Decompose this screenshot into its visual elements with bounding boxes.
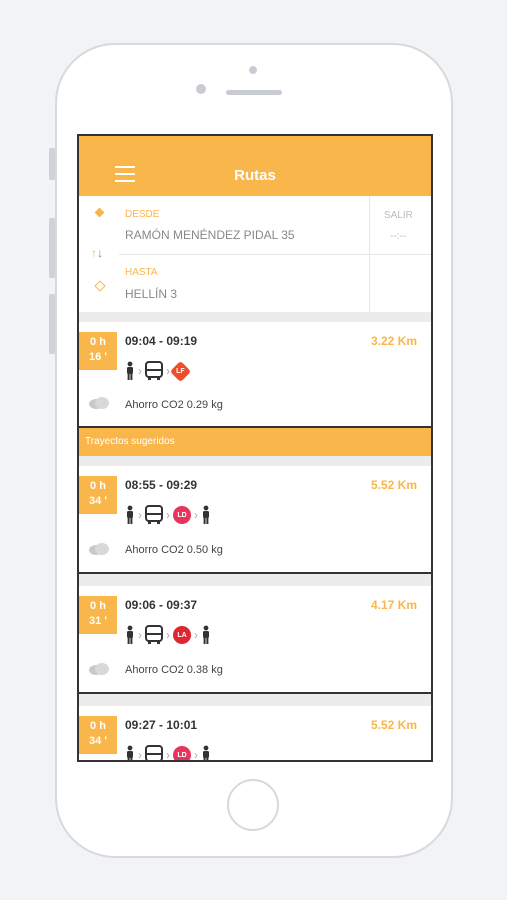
duration-minutes: 31 ' — [89, 615, 107, 627]
chevron-right-icon: › — [194, 748, 198, 762]
route-distance: 5.52 Km — [370, 478, 417, 492]
section-title: Trayectos sugeridos — [85, 436, 175, 447]
from-field[interactable]: RAMÓN MENÉNDEZ PIDAL 35 — [125, 228, 295, 242]
route-times: 08:55 - 09:29 — [125, 478, 198, 492]
bus-icon — [145, 625, 163, 644]
cloud-icon — [89, 543, 109, 555]
app-header: Rutas — [79, 136, 431, 196]
phone-speaker — [226, 90, 282, 95]
divider — [370, 254, 431, 255]
walking-person-icon — [203, 745, 209, 760]
route-times: 09:27 - 10:01 — [125, 718, 198, 732]
chevron-right-icon: › — [166, 508, 170, 522]
line-badge-icon: LF — [169, 360, 192, 382]
line-label: LD — [177, 751, 187, 759]
route-card[interactable]: 0 h 31 ' 09:06 - 09:37 4.17 Km › › LA › … — [79, 586, 431, 694]
route-card[interactable]: 0 h 34 ' 08:55 - 09:29 5.52 Km › › LD › … — [79, 466, 431, 574]
cloud-icon — [89, 397, 109, 409]
phone-camera — [196, 84, 206, 94]
chevron-right-icon: › — [194, 628, 198, 642]
depart-time-field[interactable]: --:-- — [390, 231, 406, 242]
route-distance: 5.52 Km — [370, 718, 417, 732]
duration-hours: 0 h — [90, 336, 106, 348]
line-label: LF — [176, 367, 185, 375]
chevron-right-icon: › — [166, 748, 170, 762]
walking-person-icon — [127, 505, 133, 524]
walking-person-icon — [203, 625, 209, 644]
route-steps: › › LF — [125, 360, 192, 382]
duration-minutes: 34 ' — [89, 495, 107, 507]
cloud-icon — [89, 663, 109, 675]
origin-destination-column: DESDE RAMÓN MENÉNDEZ PIDAL 35 ↑↓ HASTA H… — [79, 196, 370, 312]
chevron-right-icon: › — [138, 364, 142, 378]
duration-badge: 0 h 34 ' — [79, 716, 117, 754]
divider — [119, 254, 369, 255]
duration-minutes: 16 ' — [89, 351, 107, 363]
duration-badge: 0 h 34 ' — [79, 476, 117, 514]
swap-arrows-icon[interactable]: ↑↓ — [91, 246, 103, 260]
to-field[interactable]: HELLÍN 3 — [125, 287, 177, 301]
chevron-right-icon: › — [138, 508, 142, 522]
walking-person-icon — [127, 745, 133, 760]
route-steps: › › LA › — [125, 624, 211, 646]
walking-person-icon — [203, 505, 209, 524]
phone-sensor — [249, 66, 257, 74]
route-distance: 4.17 Km — [370, 598, 417, 612]
chevron-right-icon: › — [194, 508, 198, 522]
destination-marker-icon — [94, 280, 106, 292]
route-times: 09:06 - 09:37 — [125, 598, 198, 612]
walking-person-icon — [127, 361, 133, 380]
route-card-main[interactable]: 0 h 16 ' 09:04 - 09:19 3.22 Km › › LF Ah… — [79, 322, 431, 428]
route-steps: › › LD › — [125, 504, 211, 526]
chevron-right-icon: › — [138, 628, 142, 642]
from-label: DESDE — [125, 209, 160, 220]
to-label: HASTA — [125, 267, 158, 278]
duration-badge: 0 h 16 ' — [79, 332, 117, 370]
line-badge-icon: LD — [173, 746, 191, 760]
chevron-right-icon: › — [166, 364, 170, 378]
route-steps: › › LD › — [125, 744, 211, 762]
route-card[interactable]: 0 h 34 ' 09:27 - 10:01 5.52 Km › › LD › — [79, 706, 431, 762]
chevron-right-icon: › — [138, 748, 142, 762]
chevron-right-icon: › — [166, 628, 170, 642]
line-badge-icon: LD — [173, 506, 191, 524]
route-distance: 3.22 Km — [370, 334, 417, 348]
line-badge-icon: LA — [173, 626, 191, 644]
walking-person-icon — [127, 625, 133, 644]
co2-savings: Ahorro CO2 0.50 kg — [125, 544, 223, 556]
duration-minutes: 34 ' — [89, 735, 107, 747]
duration-hours: 0 h — [90, 720, 106, 732]
depart-label: SALIR — [384, 210, 413, 221]
origin-marker-icon — [94, 207, 105, 218]
co2-savings: Ahorro CO2 0.29 kg — [125, 399, 223, 411]
line-label: LD — [177, 511, 187, 519]
duration-hours: 0 h — [90, 480, 106, 492]
route-search-panel: DESDE RAMÓN MENÉNDEZ PIDAL 35 ↑↓ HASTA H… — [79, 196, 431, 312]
bus-icon — [145, 361, 163, 380]
co2-savings: Ahorro CO2 0.38 kg — [125, 664, 223, 676]
app-screen: Rutas DESDE RAMÓN MENÉNDEZ PIDAL 35 ↑↓ H… — [77, 134, 433, 762]
bus-icon — [145, 505, 163, 524]
duration-hours: 0 h — [90, 600, 106, 612]
home-button[interactable] — [227, 779, 279, 831]
route-times: 09:04 - 09:19 — [125, 334, 198, 348]
page-title: Rutas — [234, 167, 276, 184]
duration-badge: 0 h 31 ' — [79, 596, 117, 634]
line-label: LA — [177, 631, 187, 639]
bus-icon — [145, 745, 163, 760]
suggested-routes-header: Trayectos sugeridos — [79, 428, 431, 456]
